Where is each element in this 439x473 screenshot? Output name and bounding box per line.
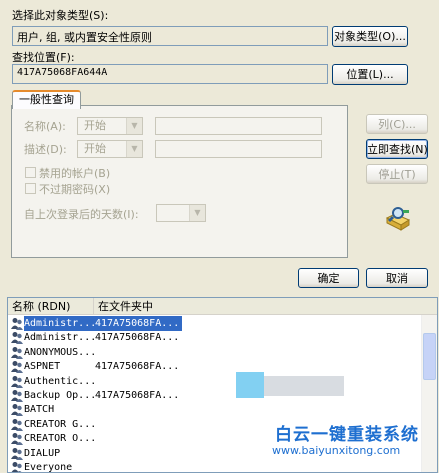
user-group-icon [11,404,23,417]
disabled-accounts-checkbox[interactable] [25,167,36,178]
find-now-button[interactable]: 立即查找(N) [366,139,428,159]
vertical-scrollbar[interactable] [421,315,437,472]
user-group-icon [11,332,23,345]
days-since-logon-label: 自上次登录后的天数(I): [24,208,139,221]
user-group-icon [11,418,23,431]
watermark-logo-block [236,372,264,398]
list-item[interactable]: Everyone [8,460,423,473]
watermark-title: 白云一键重装系统 [275,425,419,445]
list-item-folder: 417A75068FA... [95,390,180,401]
scrollbar-thumb[interactable] [423,333,436,380]
non-expiring-password-label: 不过期密码(X) [39,183,111,196]
list-item-name: CREATOR O... [24,433,96,445]
object-type-label: 选择此对象类型(S): [12,9,109,22]
user-group-icon [11,361,23,374]
list-item-name: ANONYMOUS... [24,346,96,358]
list-item[interactable]: Backup Op... 417A75068FA... [8,388,423,403]
watermark-url: www.baiyunxitong.com [272,444,401,457]
stop-button[interactable]: 停止(T) [366,164,428,184]
tab-common-queries[interactable]: 一般性查询 [12,90,81,109]
user-group-icon [11,447,23,460]
user-group-icon [11,462,22,472]
list-item-folder: 417A75068FA... [95,316,183,331]
list-item-folder: 417A75068FA... [95,361,180,373]
list-item[interactable]: Administr... 417A75068FA... [8,330,423,345]
search-folder-icon [385,207,411,231]
list-item-name: Authentic... [24,375,96,387]
name-mode-value: 开始 [84,119,106,132]
user-group-icon [11,433,23,446]
watermark-logo-bar [264,376,344,396]
locations-button[interactable]: 位置(L)... [332,64,408,85]
list-item-folder: 417A75068FA... [95,332,180,344]
object-types-button[interactable]: 对象类型(O)... [332,26,408,47]
list-item-name: BATCH [24,404,55,416]
column-header-name[interactable]: 名称 (RDN) [8,298,94,315]
days-since-logon-select[interactable]: ▼ [156,204,206,222]
location-label: 查找位置(F): [12,51,75,64]
list-item[interactable]: ASPNET 417A75068FA... [8,359,423,374]
chevron-down-icon: ▼ [126,118,142,134]
cancel-button[interactable]: 取消 [366,268,428,288]
list-item[interactable]: Authentic... [8,374,423,389]
user-group-icon [11,318,23,330]
list-item-name: ASPNET [24,361,61,373]
chevron-down-icon: ▼ [189,205,205,221]
list-item-name: Backup Op... [24,390,96,401]
name-label: 名称(A): [24,120,66,133]
location-field: 417A75068FA644A [12,64,328,84]
list-item-name: CREATOR G... [24,418,96,430]
list-item[interactable]: ANONYMOUS... [8,345,423,360]
user-group-icon [11,375,23,388]
name-input[interactable] [155,117,322,135]
list-item-name: DIALUP [24,447,61,459]
list-item-name: Everyone [24,462,73,473]
description-input[interactable] [155,140,322,158]
user-group-icon [11,390,23,402]
query-panel: 名称(A): 开始 ▼ 描述(D): 开始 ▼ 禁用的帐户(B) 不过期密码(X… [11,105,348,258]
description-mode-select[interactable]: 开始 ▼ [77,140,143,158]
description-mode-value: 开始 [84,142,106,155]
non-expiring-password-checkbox[interactable] [25,183,36,194]
list-item-name: Administr... [24,332,96,344]
list-item-name: Administr... [24,316,96,331]
description-label: 描述(D): [24,143,67,156]
list-item[interactable]: BATCH [8,402,423,417]
list-item[interactable]: Administr... 417A75068FA... [8,316,423,331]
chevron-down-icon: ▼ [126,141,142,157]
object-type-field: 用户, 组, 或内置安全性原则 [12,26,328,46]
disabled-accounts-label: 禁用的帐户(B) [39,167,111,180]
user-group-icon [11,346,23,359]
ok-button[interactable]: 确定 [298,268,359,288]
column-header-folder[interactable]: 在文件夹中 [94,298,437,315]
name-mode-select[interactable]: 开始 ▼ [77,117,143,135]
columns-button[interactable]: 列(C)... [366,114,428,134]
